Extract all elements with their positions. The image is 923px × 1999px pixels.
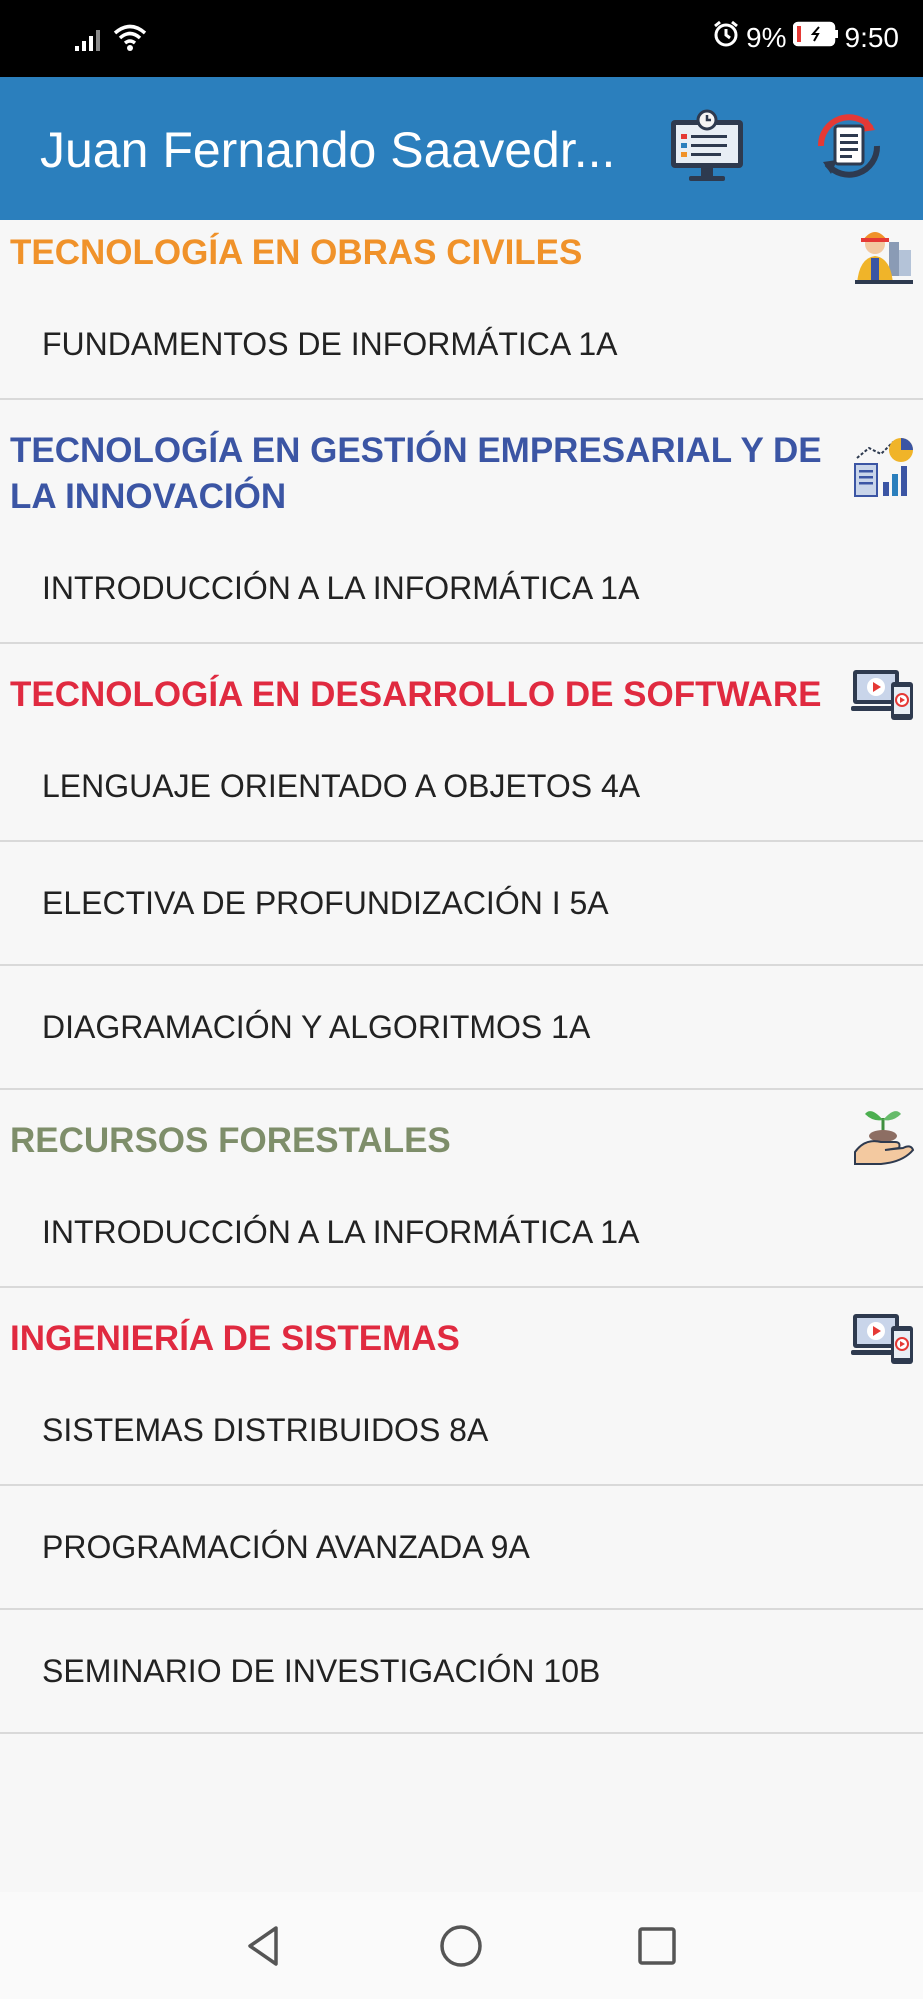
course-row[interactable]: SEMINARIO DE INVESTIGACIÓN 10B [0,1610,923,1734]
refresh-button[interactable] [806,105,892,191]
construction-worker-icon [851,224,915,288]
battery-icon [792,21,839,54]
course-row[interactable]: FUNDAMENTOS DE INFORMÁTICA 1A [0,290,923,400]
status-bar: 9% 9:50 [0,0,923,77]
recents-button[interactable] [627,1918,687,1978]
course-label: INTRODUCCIÓN A LA INFORMÁTICA 1A [42,1213,640,1250]
program-section: INGENIERÍA DE SISTEMAS SISTEMAS DISTRIBU… [0,1302,923,1734]
devices-video-icon [851,1306,915,1370]
course-label: FUNDAMENTOS DE INFORMÁTICA 1A [42,325,618,362]
program-section: TECNOLOGÍA EN DESARROLLO DE SOFTWARE LEN… [0,658,923,1090]
course-label: SEMINARIO DE INVESTIGACIÓN 10B [42,1652,601,1689]
course-row[interactable]: INTRODUCCIÓN A LA INFORMÁTICA 1A [0,1178,923,1288]
section-title: TECNOLOGÍA EN GESTIÓN EMPRESARIAL Y DE L… [10,431,822,516]
devices-video-icon [851,662,915,726]
clock-time: 9:50 [844,21,900,53]
section-header: INGENIERÍA DE SISTEMAS [0,1302,923,1376]
navigation-bar [0,1892,923,1999]
back-button[interactable] [234,1918,294,1978]
course-label: SISTEMAS DISTRIBUIDOS 8A [42,1411,489,1448]
home-button[interactable] [431,1918,491,1978]
schedule-icon [667,106,747,191]
section-header: TECNOLOGÍA EN GESTIÓN EMPRESARIAL Y DE L… [0,414,923,534]
course-label: ELECTIVA DE PROFUNDIZACIÓN I 5A [42,884,609,921]
course-row[interactable]: LENGUAJE ORIENTADO A OBJETOS 4A [0,732,923,842]
section-header: RECURSOS FORESTALES [0,1104,923,1178]
course-row[interactable]: SISTEMAS DISTRIBUIDOS 8A [0,1376,923,1486]
course-row[interactable]: INTRODUCCIÓN A LA INFORMÁTICA 1A [0,534,923,644]
app-title: Juan Fernando Saavedr... [40,122,616,178]
status-left [74,22,148,57]
recents-icon [635,1924,679,1973]
program-section: TECNOLOGÍA EN GESTIÓN EMPRESARIAL Y DE L… [0,414,923,644]
section-title: INGENIERÍA DE SISTEMAS [10,1319,460,1358]
refresh-document-icon [809,106,889,191]
course-row[interactable]: ELECTIVA DE PROFUNDIZACIÓN I 5A [0,842,923,966]
schedule-button[interactable] [664,105,750,191]
course-label: INTRODUCCIÓN A LA INFORMÁTICA 1A [42,569,640,606]
wifi-icon [112,22,148,57]
app-bar: Juan Fernando Saavedr... [0,77,923,220]
course-label: LENGUAJE ORIENTADO A OBJETOS 4A [42,767,641,804]
business-chart-icon [851,436,915,500]
status-right: 9% 9:50 [712,20,899,55]
program-section: RECURSOS FORESTALES INTRODUCCIÓN A LA IN… [0,1104,923,1288]
battery-percent: 9% [746,21,787,53]
course-label: PROGRAMACIÓN AVANZADA 9A [42,1528,530,1565]
screen: 9% 9:50 Juan Fernando Saavedr... TECNOLO… [0,0,923,1999]
course-label: DIAGRAMACIÓN Y ALGORITMOS 1A [42,1008,591,1045]
plant-hand-icon [851,1104,915,1168]
course-list: TECNOLOGÍA EN OBRAS CIVILES FUNDAMENTOS … [0,220,923,1892]
home-icon [437,1922,485,1975]
back-icon [242,1924,286,1973]
section-header: TECNOLOGÍA EN DESARROLLO DE SOFTWARE [0,658,923,732]
program-section: TECNOLOGÍA EN OBRAS CIVILES FUNDAMENTOS … [0,220,923,400]
course-row[interactable]: PROGRAMACIÓN AVANZADA 9A [0,1486,923,1610]
section-title: RECURSOS FORESTALES [10,1121,451,1160]
section-title: TECNOLOGÍA EN DESARROLLO DE SOFTWARE [10,675,822,714]
section-title: TECNOLOGÍA EN OBRAS CIVILES [10,233,583,272]
course-row[interactable]: DIAGRAMACIÓN Y ALGORITMOS 1A [0,966,923,1090]
alarm-icon [712,20,740,55]
section-header: TECNOLOGÍA EN OBRAS CIVILES [0,220,923,290]
signal-icon [74,26,104,57]
